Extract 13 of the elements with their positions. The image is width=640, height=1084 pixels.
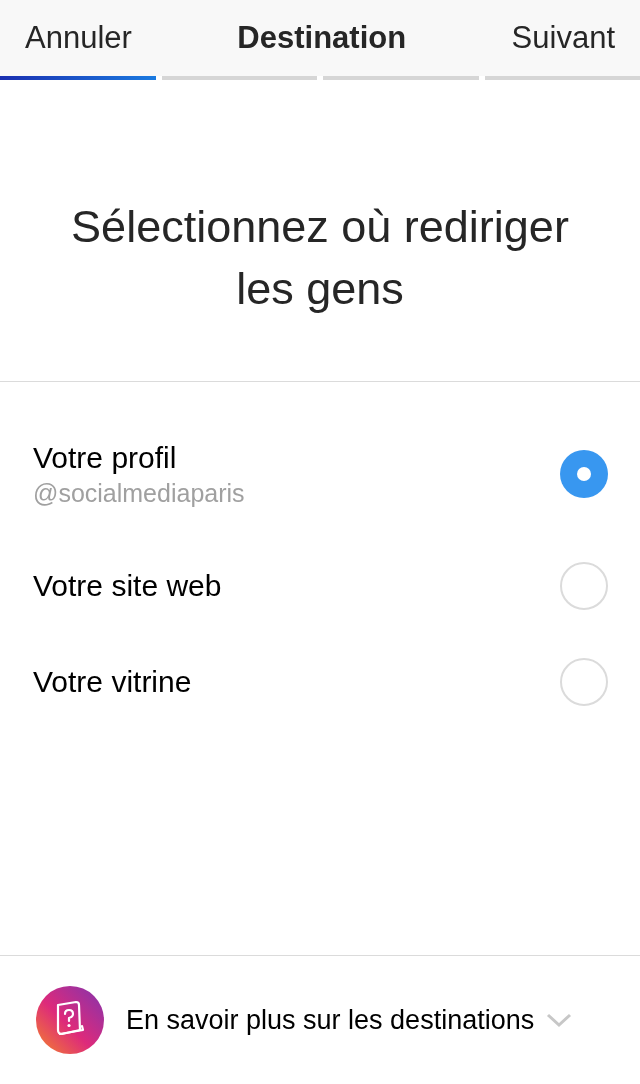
radio-button[interactable] <box>560 450 608 498</box>
radio-button[interactable] <box>560 562 608 610</box>
learn-more-link[interactable]: En savoir plus sur les destinations <box>126 1004 573 1036</box>
option-subtitle: @socialmediaparis <box>33 478 245 508</box>
cancel-button[interactable]: Annuler <box>25 20 132 56</box>
option-label: Votre profil <box>33 440 178 475</box>
option-label: Votre site web <box>33 569 222 603</box>
option-label: Votre vitrine <box>33 665 192 699</box>
next-button[interactable]: Suivant <box>511 20 615 56</box>
screen-title: Destination <box>237 20 407 56</box>
heading: Sélectionnez où rediriger les gens <box>70 200 570 316</box>
help-book-icon <box>36 986 104 1054</box>
radio-button[interactable] <box>560 658 608 706</box>
